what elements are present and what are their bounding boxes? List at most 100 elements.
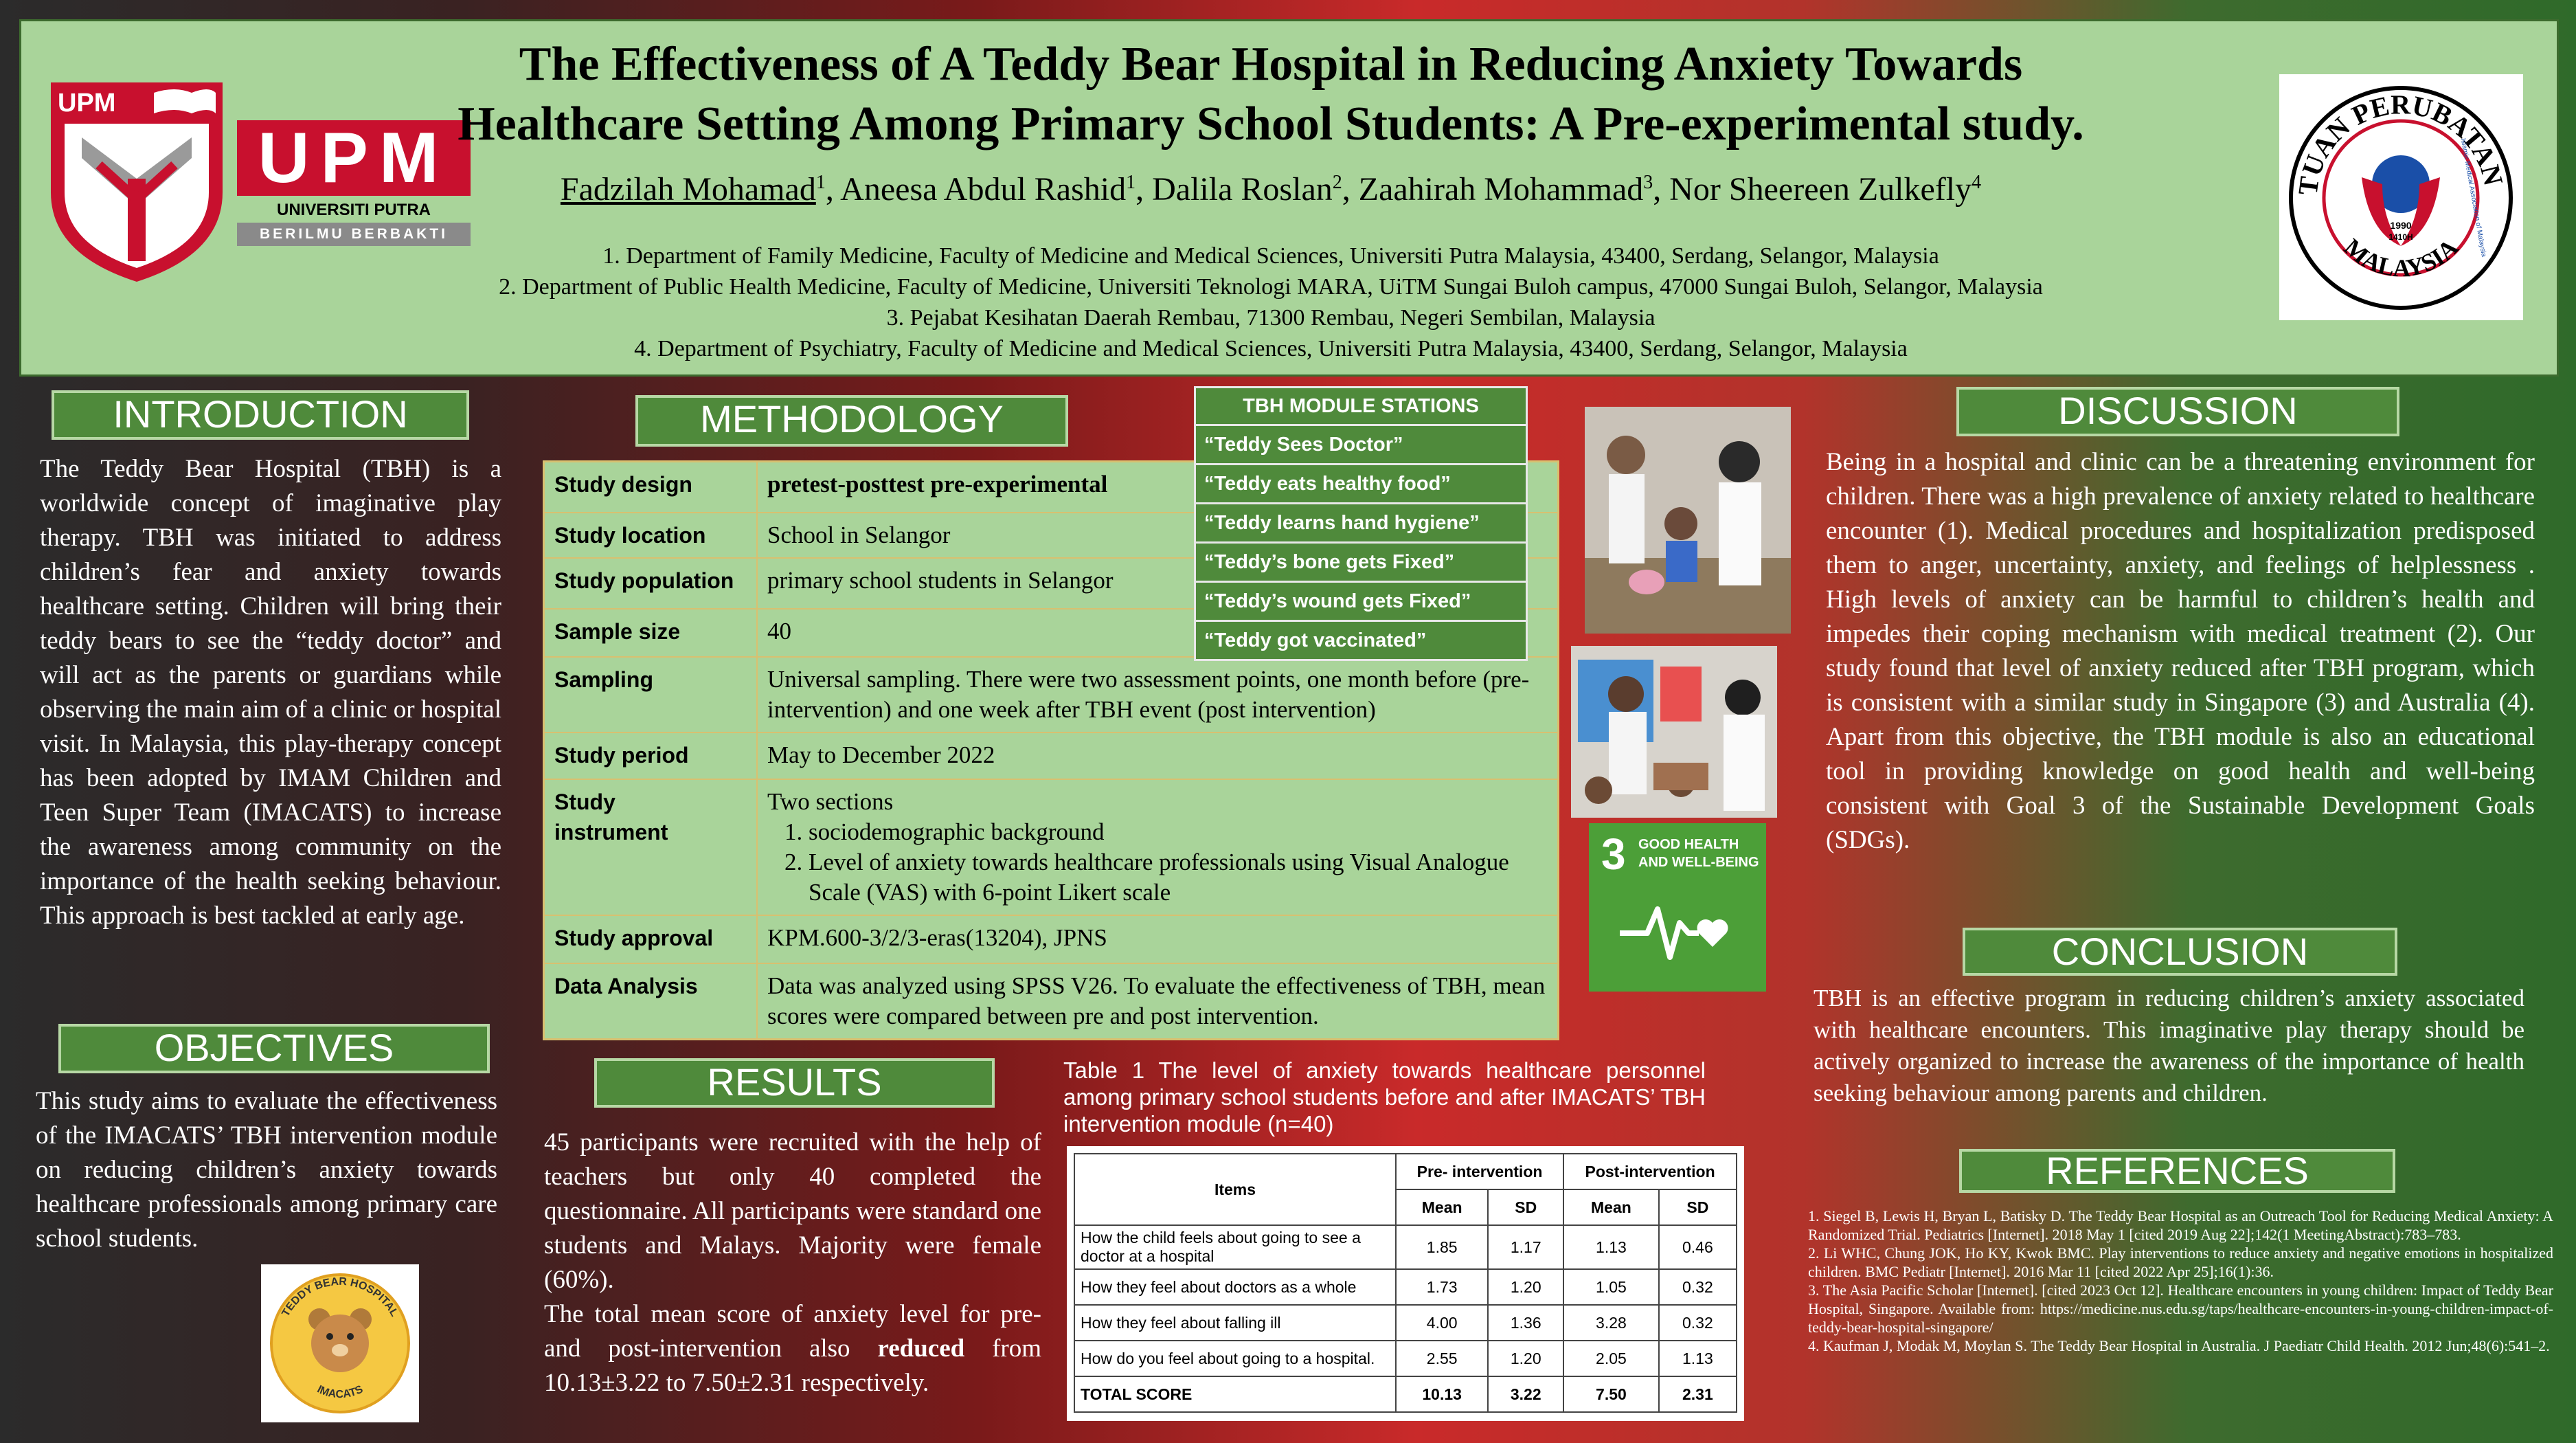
author-sup: 4: [1971, 172, 1982, 193]
station-item: “Teddy eats healthy food”: [1196, 463, 1526, 502]
row-value: May to December 2022: [756, 731, 1559, 780]
row-label: Study instrument: [543, 778, 758, 916]
table-header-row: Items Pre- intervention Post-interventio…: [1074, 1153, 1737, 1226]
post-sd-cell: 0.32: [1658, 1304, 1738, 1341]
row-label: Study design: [543, 460, 758, 513]
station-item: “Teddy learns hand hygiene”: [1196, 502, 1526, 541]
svg-text:UPM: UPM: [58, 89, 115, 118]
results-paragraph-2: The total mean score of anxiety level fo…: [544, 1300, 1041, 1363]
row-label: Sample size: [543, 607, 758, 658]
stations-heading: TBH MODULE STATIONS: [1243, 395, 1479, 417]
reference-item: 2. Li WHC, Chung JOK, Ho KY, Kwok BMC. P…: [1808, 1244, 2553, 1280]
author-sup: 1: [1126, 172, 1136, 193]
table-row: Study instrument Two sections sociodemog…: [543, 778, 1559, 916]
svg-text:1410H: 1410H: [2388, 232, 2413, 242]
results-emphasis: reduced: [877, 1334, 965, 1363]
row-label: Data Analysis: [543, 962, 758, 1040]
event-photo-2: [1571, 646, 1777, 818]
results-heading: RESULTS: [594, 1058, 995, 1108]
pre-sd-cell: 1.17: [1487, 1224, 1565, 1270]
instrument-list: sociodemographic background Level of anx…: [767, 817, 1548, 908]
col-header-pre: Pre- intervention: [1394, 1153, 1565, 1190]
col-header-sd: SD: [1658, 1189, 1738, 1226]
item-cell: How they feel about falling ill: [1074, 1304, 1397, 1341]
row-value: KPM.600-3/2/3-eras(13204), JPNS: [756, 914, 1559, 964]
objectives-heading: OBJECTIVES: [58, 1024, 490, 1073]
row-label-line: instrument: [554, 819, 668, 844]
event-photo-1: [1585, 407, 1791, 634]
author-sup: 3: [1643, 172, 1653, 193]
post-sd-cell: 0.32: [1658, 1268, 1738, 1306]
author-sup: 2: [1332, 172, 1342, 193]
author-name: Aneesa Abdul Rashid: [840, 171, 1127, 208]
pre-mean-cell: 1.73: [1394, 1268, 1489, 1306]
pre-mean-cell: 4.00: [1394, 1304, 1489, 1341]
reference-item: 3. The Asia Pacific Scholar [Internet]. …: [1808, 1282, 2553, 1336]
row-label: Study location: [543, 511, 758, 559]
station-item: “Teddy got vaccinated”: [1196, 620, 1526, 659]
row-label: Study population: [543, 557, 758, 609]
conclusion-text: TBH is an effective program in reducing …: [1814, 985, 2524, 1106]
post-mean-cell: 1.05: [1563, 1268, 1660, 1306]
sdg-number: 3: [1601, 829, 1626, 879]
author-sup: 1: [815, 172, 826, 193]
author-name: Nor Sheereen Zulkefly: [1669, 171, 1972, 208]
imam-logo: PERSATUAN PERUBATAN ISLAM MALAYSIA 1990 …: [2279, 74, 2523, 320]
station-item: “Teddy’s wound gets Fixed”: [1196, 581, 1526, 620]
references-heading: REFERENCES: [1959, 1149, 2395, 1193]
row-label: Study approval: [543, 914, 758, 964]
author-list: Fadzilah Mohamad1, Aneesa Abdul Rashid1,…: [560, 171, 1982, 208]
heartbeat-icon: [1620, 906, 1728, 960]
post-sd-cell: 2.31: [1658, 1376, 1738, 1413]
introduction-heading: INTRODUCTION: [52, 390, 469, 440]
affiliation: 4. Department of Psychiatry, Faculty of …: [634, 336, 1908, 361]
pre-sd-cell: 3.22: [1487, 1376, 1565, 1413]
row-label: Sampling: [543, 656, 758, 733]
methodology-heading: METHODOLOGY: [635, 395, 1068, 447]
table-row: Data Analysis Data was analyzed using SP…: [543, 962, 1559, 1040]
col-header-post: Post-intervention: [1563, 1153, 1737, 1190]
col-header-mean: Mean: [1394, 1189, 1489, 1226]
instrument-intro: Two sections: [767, 787, 894, 815]
title-line-2: Healthcare Setting Among Primary School …: [457, 98, 2084, 150]
col-header-sd: SD: [1487, 1189, 1565, 1226]
station-item: “Teddy’s bone gets Fixed”: [1196, 541, 1526, 581]
sdg-label-line: AND WELL-BEING: [1638, 855, 1759, 870]
title-line-1: The Effectiveness of A Teddy Bear Hospit…: [519, 38, 2023, 91]
post-mean-cell: 3.28: [1563, 1304, 1660, 1341]
post-mean-cell: 7.50: [1563, 1376, 1660, 1413]
results-text: 45 participants were recruited with the …: [544, 1126, 1041, 1400]
author-name: Fadzilah Mohamad: [560, 171, 816, 208]
item-cell: How they feel about doctors as a whole: [1074, 1268, 1397, 1306]
conclusion-heading: CONCLUSION: [1963, 928, 2397, 976]
pre-sd-cell: 1.36: [1487, 1304, 1565, 1341]
discussion-heading: DISCUSSION: [1956, 387, 2399, 436]
introduction-text: The Teddy Bear Hospital (TBH) is a world…: [40, 455, 501, 930]
list-item: sociodemographic background: [809, 817, 1548, 847]
table-total-row: TOTAL SCORE 10.13 3.22 7.50 2.31: [1074, 1376, 1738, 1413]
author-name: Dalila Roslan: [1152, 171, 1333, 208]
item-cell: TOTAL SCORE: [1074, 1376, 1397, 1413]
affiliation: 3. Pejabat Kesihatan Daerah Rembau, 7130…: [886, 305, 1656, 331]
pre-sd-cell: 1.20: [1487, 1268, 1565, 1306]
pre-mean-cell: 10.13: [1394, 1376, 1489, 1413]
results-table: Items Pre- intervention Post-interventio…: [1074, 1153, 1738, 1413]
row-label-line: Study: [554, 789, 615, 814]
imacats-logo: TEDDY BEAR HOSPITAL IMACATS: [261, 1264, 419, 1422]
list-item: Level of anxiety towards healthcare prof…: [809, 847, 1548, 908]
results-paragraph-1: 45 participants were recruited with the …: [544, 1128, 1041, 1294]
row-label: Study period: [543, 731, 758, 780]
post-sd-cell: 0.46: [1658, 1224, 1738, 1270]
sdg-goal-3-badge: 3 GOOD HEALTH AND WELL-BEING: [1589, 823, 1766, 992]
discussion-text: Being in a hospital and clinic can be a …: [1826, 448, 2535, 854]
item-cell: How do you feel about going to a hospita…: [1074, 1340, 1397, 1377]
reference-item: 1. Siegel B, Lewis H, Bryan L, Batisky D…: [1808, 1207, 2553, 1243]
col-header-items: Items: [1074, 1153, 1397, 1226]
results-table-panel: Items Pre- intervention Post-interventio…: [1067, 1146, 1744, 1421]
pre-mean-cell: 2.55: [1394, 1340, 1489, 1377]
poster-title: The Effectiveness of A Teddy Bear Hospit…: [357, 34, 2184, 154]
affiliation-list: 1. Department of Family Medicine, Facult…: [357, 240, 2184, 364]
post-mean-cell: 2.05: [1563, 1340, 1660, 1377]
upm-shield-logo: UPM: [51, 82, 223, 282]
table-row: Sampling Universal sampling. There were …: [543, 656, 1559, 733]
